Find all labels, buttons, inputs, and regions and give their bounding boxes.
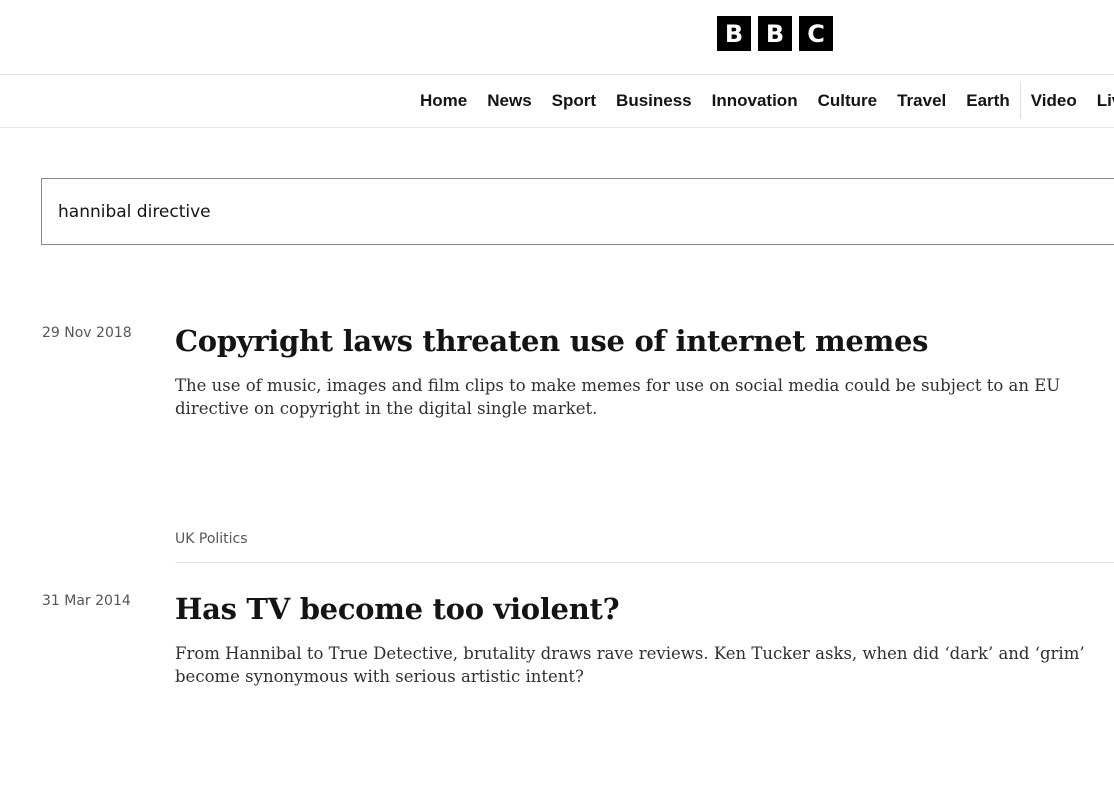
nav-item-news[interactable]: News xyxy=(477,75,541,127)
nav-item-video[interactable]: Video xyxy=(1021,75,1087,127)
nav-item-travel[interactable]: Travel xyxy=(887,75,956,127)
nav-item-earth[interactable]: Earth xyxy=(956,75,1019,127)
main-nav: Home News Sport Business Innovation Cult… xyxy=(0,75,1114,128)
nav-item-culture[interactable]: Culture xyxy=(808,75,888,127)
result-date: 31 Mar 2014 xyxy=(42,593,131,609)
nav-item-business[interactable]: Business xyxy=(606,75,702,127)
search-box xyxy=(41,178,1114,245)
result-title-link[interactable]: Copyright laws threaten use of internet … xyxy=(175,324,928,358)
nav-item-innovation[interactable]: Innovation xyxy=(702,75,808,127)
divider xyxy=(175,562,1114,563)
result-description: The use of music, images and film clips … xyxy=(175,376,1061,418)
result-date: 29 Nov 2018 xyxy=(42,325,132,341)
nav-item-sport[interactable]: Sport xyxy=(542,75,606,127)
bbc-logo-letter: B xyxy=(717,16,751,51)
result-description: From Hannibal to True Detective, brutali… xyxy=(175,644,1085,686)
result-title-link[interactable]: Has TV become too violent? xyxy=(175,592,620,626)
nav-item-home[interactable]: Home xyxy=(410,75,477,127)
bbc-logo[interactable]: B B C xyxy=(717,16,833,51)
masthead: B B C xyxy=(0,0,1114,75)
bbc-logo-letter: B xyxy=(758,16,792,51)
search-input[interactable] xyxy=(58,179,1058,244)
result-category-link[interactable]: UK Politics xyxy=(175,531,248,547)
bbc-logo-letter: C xyxy=(799,16,833,51)
nav-item-live[interactable]: Live xyxy=(1087,75,1114,127)
